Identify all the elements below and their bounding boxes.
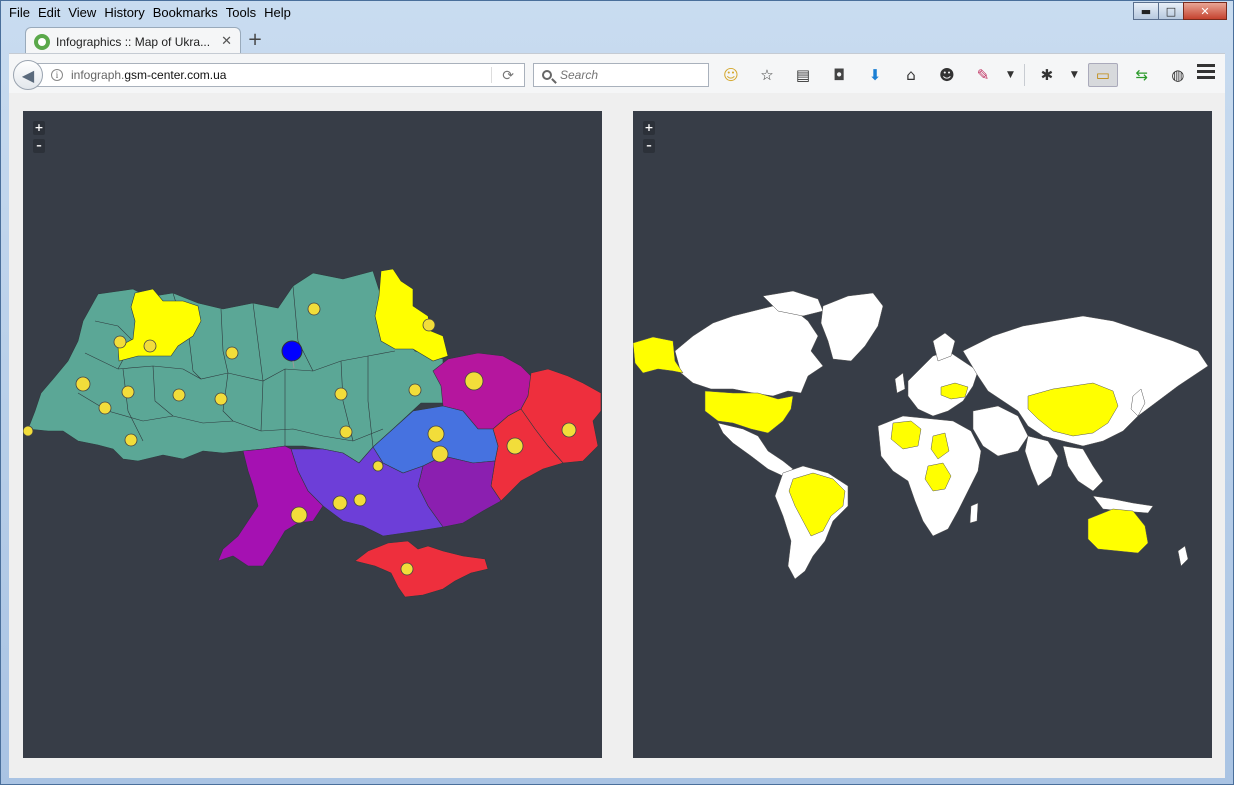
tab-strip: Infographics :: Map of Ukra... ✕ + [9,25,1225,55]
menu-view[interactable]: View [64,5,100,20]
favicon-icon [34,33,50,50]
menu-hamburger-icon[interactable] [1197,64,1215,82]
marker[interactable] [334,387,348,401]
menu-file[interactable]: File [5,5,34,20]
marker[interactable] [506,437,524,455]
reading-list-icon[interactable]: ▤ [791,63,815,87]
continent-europe[interactable] [907,350,979,417]
close-window-button[interactable]: ✕ [1183,2,1227,20]
menu-bar: File Edit View History Bookmarks Tools H… [5,1,295,23]
ruler-icon[interactable]: ▭ [1087,63,1118,87]
downloads-icon[interactable]: ⬇ [863,63,887,87]
country-alaska[interactable] [633,336,684,374]
marker[interactable] [225,346,239,360]
globe-icon[interactable]: ◍ [1166,63,1190,87]
menu-edit[interactable]: Edit [34,5,64,20]
zoom-controls: + – [33,121,45,157]
marker[interactable] [464,371,484,391]
zoom-out-button-world[interactable]: – [643,139,655,153]
marker[interactable] [332,495,348,511]
marker[interactable] [23,425,34,437]
marker[interactable] [214,392,228,406]
region-crimea[interactable] [354,540,489,598]
country-mexico[interactable] [717,422,794,477]
chat-icon[interactable]: ☻ [935,63,959,87]
pocket-icon[interactable]: ◘ [827,63,851,87]
search-icon [542,70,552,80]
page-content: + – + – [9,93,1225,778]
selected-marker[interactable] [281,340,303,362]
marker[interactable] [143,339,157,353]
marker[interactable] [372,460,384,472]
menu-tools[interactable]: Tools [222,5,260,20]
marker[interactable] [427,425,445,443]
marker[interactable] [124,433,138,447]
back-button[interactable]: ◀ [13,60,43,90]
marker[interactable] [422,318,436,332]
marker[interactable] [98,401,112,415]
chevron-down-icon-2[interactable]: ▼ [1071,70,1078,80]
toolbar-divider [1023,64,1025,86]
search-bar[interactable] [533,63,709,87]
ukraine-map[interactable] [23,111,602,758]
world-map-panel[interactable]: + – [633,111,1212,758]
marker[interactable] [172,388,186,402]
chevron-down-icon[interactable]: ▼ [1007,70,1014,80]
back-arrow-icon: ◀ [21,65,35,85]
country-canada[interactable] [674,305,824,397]
swap-arrows-icon[interactable]: ⇆ [1130,63,1154,87]
marker[interactable] [431,445,449,463]
tab-title: Infographics :: Map of Ukra... [56,34,211,49]
reload-icon[interactable]: ⟳ [502,68,514,84]
marker[interactable] [408,383,422,397]
addon-smiley-icon[interactable]: ☺ [719,63,743,87]
ukraine-map-panel[interactable]: + – [23,111,602,758]
navigation-toolbar: i infograph.gsm-center.com.ua ⟳ ◀ ☺ ☆ ▤ … [9,53,1225,93]
url-bar[interactable]: i infograph.gsm-center.com.ua ⟳ [37,63,525,87]
menu-history[interactable]: History [100,5,148,20]
marker[interactable] [290,506,308,524]
marker[interactable] [121,385,135,399]
home-icon[interactable]: ⌂ [899,63,923,87]
new-tab-button[interactable]: + [245,29,265,50]
maximize-button[interactable]: □ [1158,2,1184,20]
country-india[interactable] [1024,435,1059,487]
zoom-controls-world: + – [643,121,655,157]
zoom-in-button[interactable]: + [33,121,45,135]
broom-icon[interactable]: ✎ [971,63,995,87]
marker[interactable] [561,422,577,438]
tab-infographics[interactable]: Infographics :: Map of Ukra... ✕ [25,27,241,55]
tab-close-icon[interactable]: ✕ [221,34,232,49]
marker[interactable] [113,335,127,349]
marker[interactable] [307,302,321,316]
menu-help[interactable]: Help [260,5,295,20]
bug-icon[interactable]: ✱ [1035,63,1059,87]
marker[interactable] [339,425,353,439]
browser-window: File Edit View History Bookmarks Tools H… [0,0,1234,785]
marker[interactable] [400,562,414,576]
menu-bookmarks[interactable]: Bookmarks [149,5,222,20]
country-madagascar[interactable] [969,502,979,524]
url-divider [491,67,492,83]
window-controls: ▬ □ ✕ [1133,2,1227,21]
marker[interactable] [353,493,367,507]
zoom-out-button[interactable]: – [33,139,45,153]
country-greenland[interactable] [820,292,884,362]
toolbar-icons: ☺ ☆ ▤ ◘ ⬇ ⌂ ☻ ✎ ▼ ✱ ▼ ▭ ⇆ ◍ [719,62,1202,88]
country-usa[interactable] [704,390,794,434]
url-text[interactable]: infograph.gsm-center.com.ua [71,68,226,82]
marker[interactable] [75,376,91,392]
region-se-asia[interactable] [1062,445,1104,492]
minimize-button[interactable]: ▬ [1133,2,1159,20]
site-info-icon[interactable]: i [51,69,63,81]
country-new-zealand[interactable] [1177,545,1189,567]
zoom-in-button-world[interactable]: + [643,121,655,135]
bookmark-star-icon[interactable]: ☆ [755,63,779,87]
search-input[interactable] [560,68,700,82]
country-uk[interactable] [894,372,906,394]
world-map[interactable] [633,111,1212,758]
country-australia[interactable] [1087,508,1149,554]
